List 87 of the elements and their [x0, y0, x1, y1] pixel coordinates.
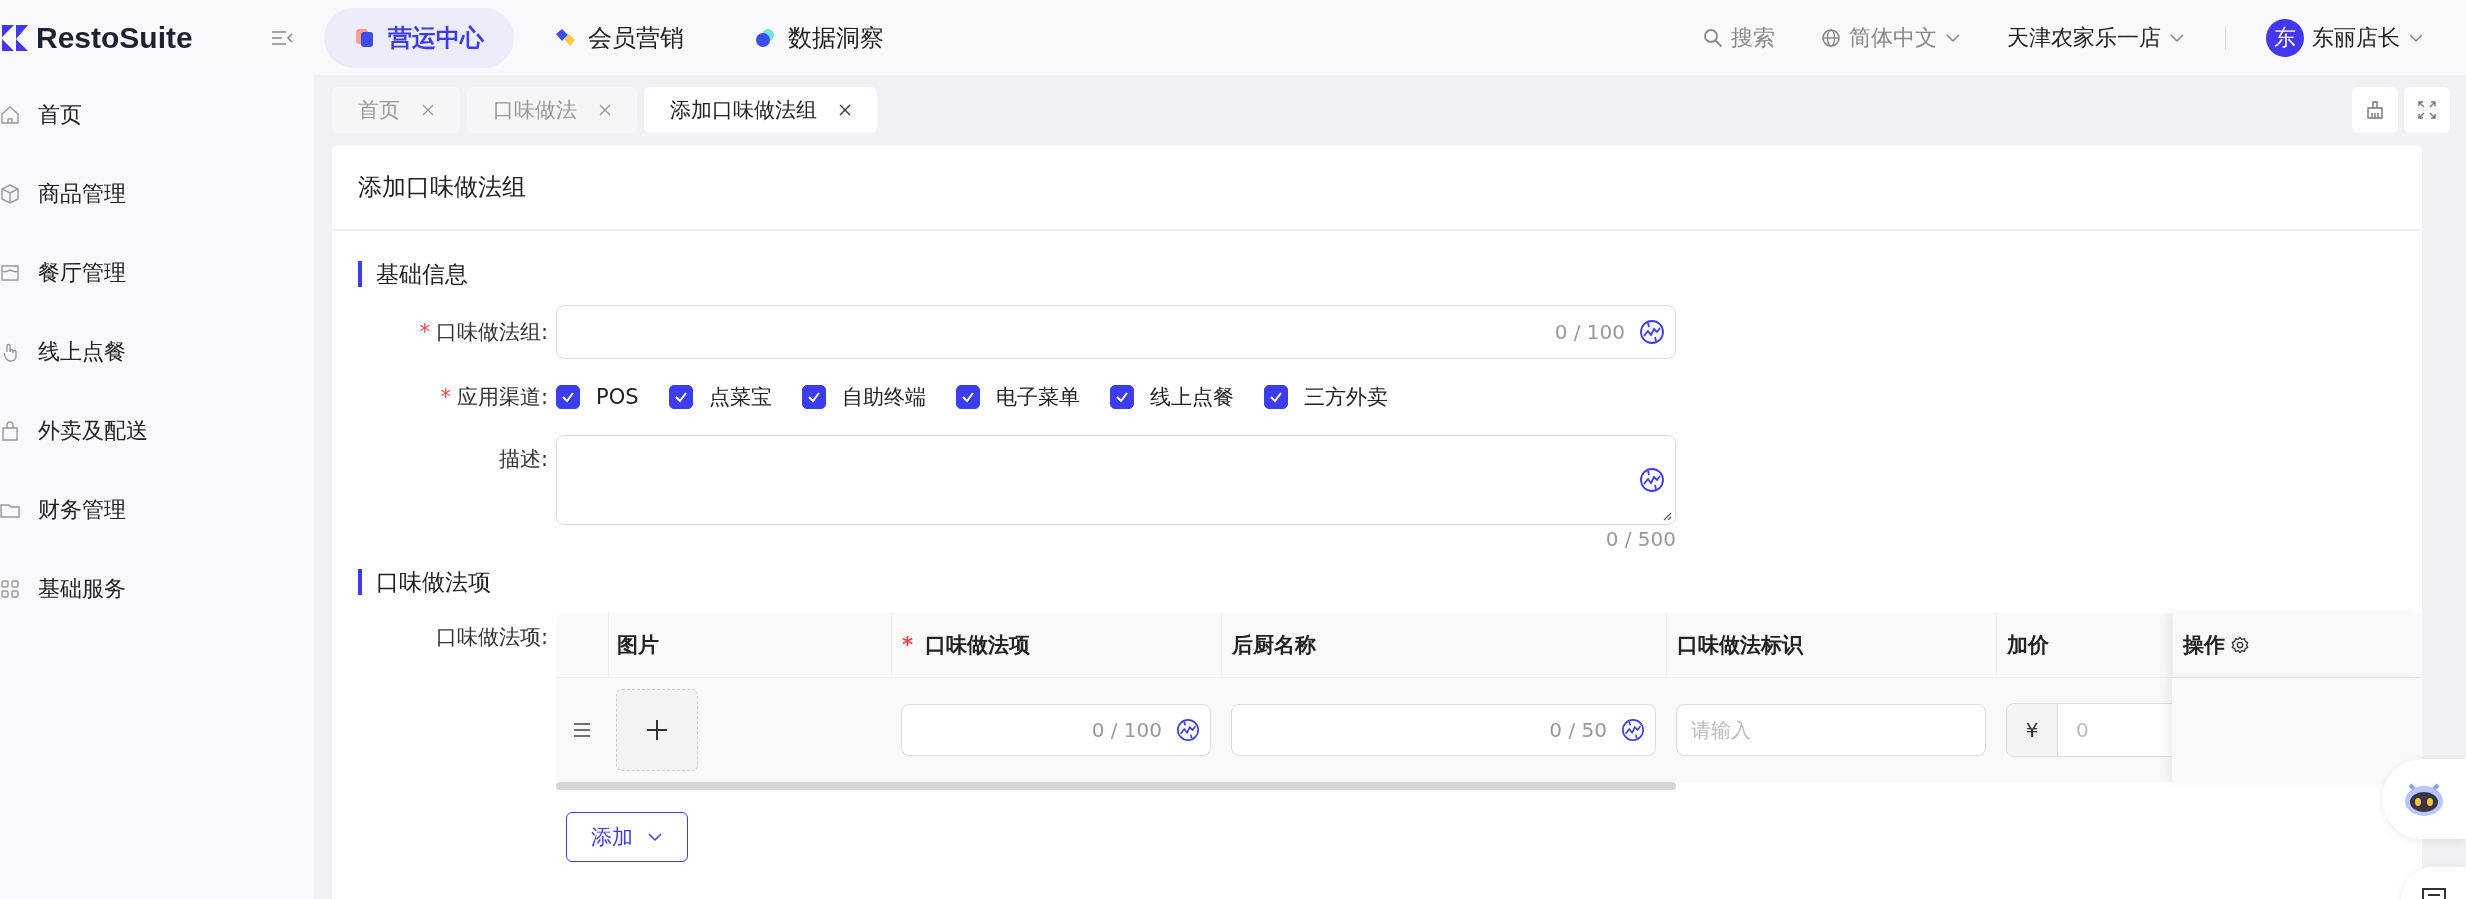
settings-icon[interactable]: [2231, 636, 2249, 654]
translate-icon[interactable]: [1639, 467, 1665, 493]
checkbox[interactable]: [668, 385, 693, 409]
top-nav-tab[interactable]: 会员营销: [524, 7, 714, 68]
checkbox[interactable]: [1109, 385, 1134, 409]
sidebar-item[interactable]: 外卖及配送: [0, 391, 314, 470]
required-mark: *: [419, 320, 430, 344]
home-icon: [0, 104, 20, 125]
channel-checkbox[interactable]: 电子菜单: [955, 383, 1080, 411]
checkbox[interactable]: [955, 385, 980, 409]
check-icon: [673, 391, 688, 403]
top-nav-tab[interactable]: 营运中心: [324, 7, 514, 68]
channel-checkbox[interactable]: 自助终端: [801, 383, 926, 411]
close-icon[interactable]: [839, 104, 851, 116]
user-avatar: 东: [2266, 18, 2304, 57]
chevron-down-icon: [1945, 32, 1961, 43]
resize-handle-icon[interactable]: [1662, 511, 1672, 521]
check-icon: [806, 391, 821, 403]
translate-icon[interactable]: [1621, 718, 1645, 742]
form-label: 口味做法组:: [435, 320, 548, 344]
brand-name: RestoSuite: [36, 20, 193, 55]
price-field[interactable]: ¥ 0: [2006, 703, 2172, 757]
fullscreen-icon: [2417, 100, 2437, 120]
column-header: 图片: [617, 632, 659, 659]
required-mark: *: [440, 385, 451, 409]
logo-icon: [0, 22, 30, 53]
hand-icon: [0, 341, 20, 362]
char-counter: 0 / 100: [1091, 718, 1162, 742]
checkbox[interactable]: [1263, 385, 1288, 409]
globe-icon: [1821, 27, 1841, 48]
page-title: 添加口味做法组: [358, 172, 526, 203]
app-icon: [754, 26, 776, 49]
store-icon: [0, 262, 20, 283]
checkbox[interactable]: [556, 385, 580, 409]
chevron-down-icon: [647, 832, 663, 842]
required-mark: *: [902, 633, 913, 657]
form-label: 口味做法项:: [435, 625, 548, 649]
check-icon: [1268, 391, 1283, 403]
char-counter: 0 / 100: [1554, 320, 1625, 344]
column-header: 后厨名称: [1232, 632, 1316, 659]
input-field[interactable]: 请输入: [1676, 704, 1986, 756]
app-icon: [354, 26, 376, 49]
sidebar-item[interactable]: 线上点餐: [0, 312, 314, 391]
fullscreen-button[interactable]: [2404, 87, 2450, 133]
clean-button[interactable]: [2352, 87, 2398, 133]
grid-icon: [0, 578, 20, 599]
check-icon: [1114, 391, 1129, 403]
sidebar-item[interactable]: 财务管理: [0, 470, 314, 549]
chevron-down-icon: [2169, 32, 2185, 43]
search-icon: [1703, 27, 1723, 48]
channel-checkbox[interactable]: 三方外卖: [1263, 383, 1388, 411]
form-label: 描述:: [498, 447, 548, 471]
user-menu[interactable]: 东 东丽店长: [2260, 17, 2430, 58]
column-header: 操作: [2183, 632, 2225, 659]
check-icon: [561, 391, 575, 403]
sidebar-item[interactable]: 首页: [0, 75, 314, 154]
translate-icon[interactable]: [1176, 718, 1200, 742]
section-title: 基础信息: [358, 261, 2422, 287]
sidebar-item[interactable]: 餐厅管理: [0, 233, 314, 312]
sidebar-item[interactable]: 基础服务: [0, 549, 314, 628]
channel-checkbox[interactable]: 线上点餐: [1109, 383, 1234, 411]
column-header: 口味做法标识: [1677, 632, 1803, 659]
scrollbar[interactable]: [556, 782, 1676, 790]
plus-icon: [645, 718, 669, 742]
translate-icon[interactable]: [1639, 319, 1665, 345]
checkbox[interactable]: [801, 385, 826, 409]
column-header: 口味做法项: [925, 632, 1030, 659]
add-dropdown-button[interactable]: 添加: [566, 812, 688, 862]
sidebar-item[interactable]: 商品管理: [0, 154, 314, 233]
broom-icon: [2365, 100, 2385, 120]
page-tab[interactable]: 添加口味做法组: [644, 87, 877, 133]
char-counter: 0 / 50: [1549, 718, 1607, 742]
form-label: 应用渠道:: [456, 385, 548, 409]
assistant-bot-button[interactable]: [2382, 759, 2466, 839]
channel-checkbox[interactable]: 点菜宝: [668, 383, 772, 411]
currency-symbol: ¥: [2007, 704, 2058, 756]
store-dropdown[interactable]: 天津农家乐一店: [2001, 21, 2191, 54]
top-nav-tab[interactable]: 数据洞察: [724, 7, 914, 68]
section-title: 口味做法项: [358, 569, 2422, 595]
drag-handle-icon[interactable]: [573, 723, 591, 737]
chevron-down-icon: [2408, 32, 2424, 43]
char-counter: 0 / 500: [1605, 527, 1676, 551]
box-icon: [0, 183, 20, 204]
check-icon: [960, 391, 975, 403]
column-header: 加价: [2007, 632, 2049, 659]
channel-checkbox[interactable]: POS: [556, 383, 639, 411]
bag-icon: [0, 420, 20, 441]
